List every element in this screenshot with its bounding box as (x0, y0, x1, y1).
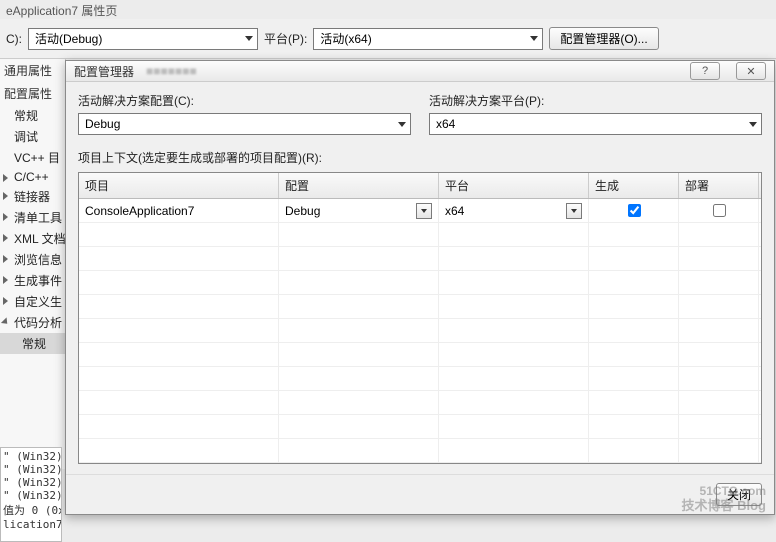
table-row (79, 439, 761, 463)
properties-toolbar: C): 活动(Debug) 平台(P): 活动(x64) 配置管理器(O)... (0, 19, 776, 59)
tree-item[interactable]: 自定义生 (0, 291, 65, 312)
chevron-down-icon[interactable] (416, 203, 432, 219)
table-row (79, 247, 761, 271)
solution-platform-value: x64 (436, 117, 455, 131)
parent-title: eApplication7 属性页 (0, 0, 776, 19)
chevron-down-icon (530, 36, 538, 41)
tree-item[interactable]: C/C++ (0, 168, 65, 186)
col-config[interactable]: 配置 (279, 173, 439, 198)
cell-platform-combo[interactable]: x64 (439, 199, 589, 222)
project-grid: 项目 配置 平台 生成 部署 ConsoleApplication7 Debug… (78, 172, 762, 464)
tree-item-selected[interactable]: 常规 (0, 333, 65, 354)
chevron-down-icon (245, 36, 253, 41)
watermark: 51CTO.com 技术博客 Blog (682, 473, 767, 512)
tree-item[interactable]: 常规 (0, 105, 65, 126)
deploy-checkbox[interactable] (713, 204, 726, 217)
config-combo[interactable]: 活动(Debug) (28, 28, 258, 50)
table-row (79, 271, 761, 295)
col-project[interactable]: 项目 (79, 173, 279, 198)
config-manager-dialog: 配置管理器 ■■■■■■■ ? ✕ 活动解决方案配置(C): Debug 活动解… (65, 60, 775, 515)
table-row (79, 319, 761, 343)
solution-config-value: Debug (85, 117, 120, 131)
table-row (79, 343, 761, 367)
config-manager-button[interactable]: 配置管理器(O)... (549, 27, 658, 50)
output-pane: " (Win32): " (Win32): " (Win32): " (Win3… (0, 447, 62, 542)
cell-platform-value: x64 (445, 204, 464, 218)
watermark-sub: 技术博客 Blog (682, 499, 767, 512)
tree-item[interactable]: VC++ 目 (0, 147, 65, 168)
dialog-title: 配置管理器 (74, 63, 134, 80)
cell-config-value: Debug (285, 204, 320, 218)
grid-header: 项目 配置 平台 生成 部署 (79, 173, 761, 199)
tree-item[interactable]: 生成事件 (0, 270, 65, 291)
context-label: 项目上下文(选定要生成或部署的项目配置)(R): (78, 149, 762, 166)
col-deploy[interactable]: 部署 (679, 173, 759, 198)
tree-item[interactable]: 清单工具 (0, 207, 65, 228)
dialog-titlebar: 配置管理器 ■■■■■■■ ? ✕ (66, 61, 774, 82)
tree-item[interactable]: XML 文档 (0, 228, 65, 249)
watermark-text: 51CTO.com (700, 484, 766, 498)
config-value: 活动(Debug) (35, 30, 102, 47)
solution-platform-label: 活动解决方案平台(P): (429, 92, 762, 109)
dialog-title-blur: ■■■■■■■ (146, 64, 197, 78)
tree-root-config[interactable]: 配置属性 (0, 82, 65, 105)
platform-combo[interactable]: 活动(x64) (313, 28, 543, 50)
close-icon[interactable]: ✕ (736, 62, 766, 80)
help-button[interactable]: ? (690, 62, 720, 80)
table-row (79, 295, 761, 319)
table-row: ConsoleApplication7 Debug x64 (79, 199, 761, 223)
cell-project: ConsoleApplication7 (79, 199, 279, 222)
build-checkbox[interactable] (628, 204, 641, 217)
table-row (79, 391, 761, 415)
tree-item[interactable]: 调试 (0, 126, 65, 147)
platform-label: 平台(P): (264, 30, 307, 47)
tree-item[interactable]: 链接器 (0, 186, 65, 207)
tree-item[interactable]: 代码分析 (0, 312, 65, 333)
property-tree[interactable]: 通用属性 配置属性 常规 调试 VC++ 目 C/C++ 链接器 清单工具 XM… (0, 59, 66, 469)
table-row (79, 415, 761, 439)
chevron-down-icon[interactable] (566, 203, 582, 219)
col-platform[interactable]: 平台 (439, 173, 589, 198)
col-build[interactable]: 生成 (589, 173, 679, 198)
chevron-down-icon (398, 122, 406, 127)
table-row (79, 223, 761, 247)
platform-value: 活动(x64) (320, 30, 371, 47)
chevron-down-icon (749, 122, 757, 127)
table-row (79, 367, 761, 391)
config-label: C): (6, 32, 22, 46)
solution-config-combo[interactable]: Debug (78, 113, 411, 135)
cell-config-combo[interactable]: Debug (279, 199, 439, 222)
tree-item[interactable]: 浏览信息 (0, 249, 65, 270)
tree-root-common[interactable]: 通用属性 (0, 59, 65, 82)
solution-config-label: 活动解决方案配置(C): (78, 92, 411, 109)
solution-platform-combo[interactable]: x64 (429, 113, 762, 135)
